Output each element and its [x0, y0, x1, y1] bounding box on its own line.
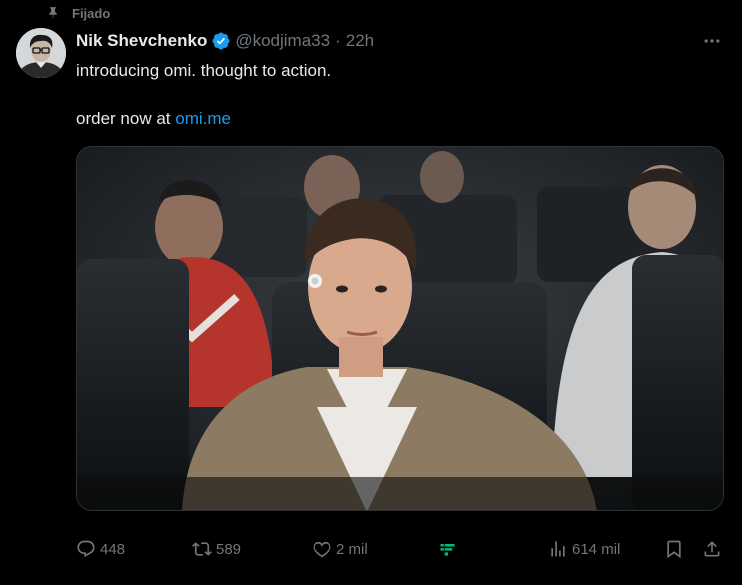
omi-link[interactable]: omi.me [175, 109, 231, 128]
more-icon [704, 39, 720, 43]
repost-icon [192, 542, 212, 556]
avatar[interactable] [16, 28, 66, 78]
pinned-indicator: Fijado [46, 4, 110, 22]
more-options-button[interactable] [700, 32, 724, 50]
tweet-video[interactable] [76, 146, 724, 511]
grok-app-icon [440, 544, 455, 556]
tweet-header: Nik Shevchenko @kodjima33 · 22h [76, 31, 692, 51]
tweet-actions: 448 589 2 mil 614 mil [76, 537, 724, 561]
views-count: 614 mil [572, 540, 621, 558]
like-count: 2 mil [336, 540, 368, 558]
share-button[interactable] [702, 537, 722, 561]
pinned-label: Fijado [72, 5, 111, 21]
repost-button[interactable]: 589 [192, 537, 241, 561]
author-name[interactable]: Nik Shevchenko [76, 31, 207, 51]
bookmark-icon [667, 540, 681, 559]
tweet-line-2-prefix: order now at [76, 109, 176, 128]
like-icon [313, 541, 331, 558]
author-handle[interactable]: @kodjima33 [235, 31, 330, 51]
reply-icon [77, 540, 95, 558]
separator-dot: · [335, 31, 341, 50]
verified-badge-icon[interactable] [211, 31, 231, 51]
grok-button[interactable] [438, 537, 458, 561]
views-button[interactable]: 614 mil [548, 537, 620, 561]
like-button[interactable]: 2 mil [312, 537, 368, 561]
repost-count: 589 [216, 540, 242, 558]
tweet-text: introducing omi. thought to action. orde… [76, 60, 722, 130]
views-icon [551, 541, 565, 557]
reply-button[interactable]: 448 [76, 537, 125, 561]
tweet-time[interactable]: 22h [346, 31, 374, 51]
share-icon [704, 541, 720, 557]
tweet-line-2: order now at omi.me [76, 108, 722, 130]
bookmark-button[interactable] [664, 537, 684, 561]
reply-count: 448 [100, 540, 126, 558]
pin-icon [49, 7, 57, 19]
video-frame [77, 147, 723, 510]
tweet-line-1: introducing omi. thought to action. [76, 61, 332, 80]
